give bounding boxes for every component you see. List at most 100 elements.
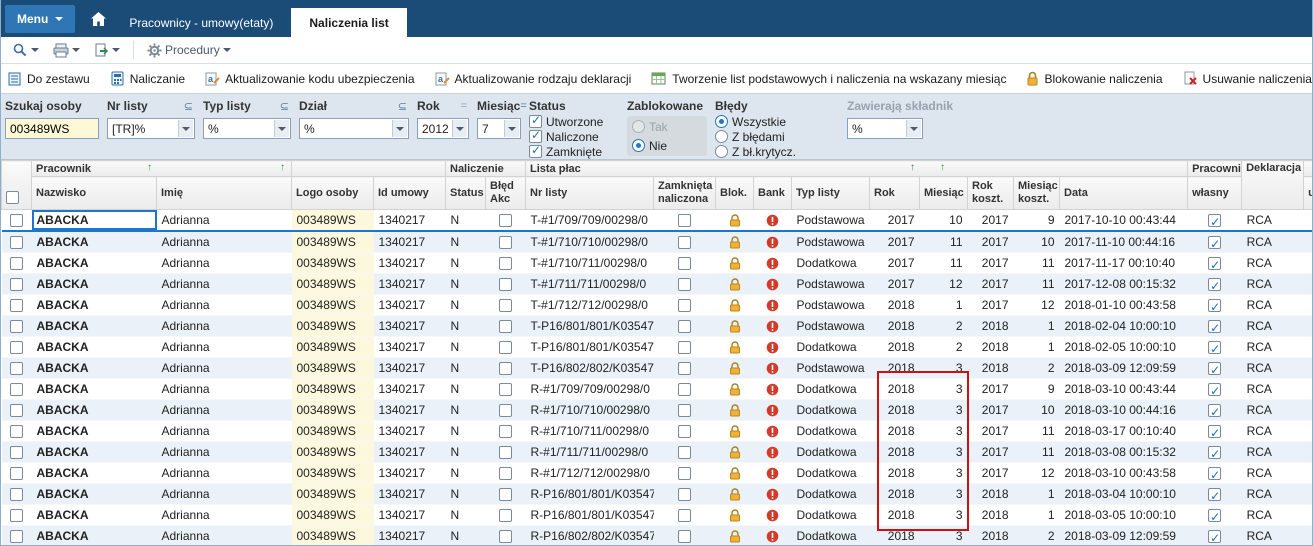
dzial-select[interactable]: % bbox=[299, 118, 409, 139]
wlasny-checkbox[interactable] bbox=[1208, 507, 1222, 525]
bled-akc-checkbox[interactable] bbox=[499, 236, 512, 250]
header-group-naliczenie[interactable]: Naliczenie bbox=[445, 160, 526, 177]
status-naliczone-checkbox[interactable]: Naliczone bbox=[529, 128, 611, 144]
row-checkbox[interactable] bbox=[10, 214, 23, 228]
zamknieta-checkbox[interactable] bbox=[678, 446, 691, 460]
bled-akc-checkbox[interactable] bbox=[499, 425, 512, 439]
bled-akc-checkbox[interactable] bbox=[499, 299, 512, 313]
wlasny-checkbox[interactable] bbox=[1208, 423, 1222, 441]
table-row[interactable]: ABACKA Adrianna 003489WS 1340217 N R-P16… bbox=[1, 525, 1312, 545]
zablokowane-nie-radio[interactable]: Nie bbox=[632, 138, 702, 153]
zamknieta-checkbox[interactable] bbox=[678, 320, 691, 334]
table-row[interactable]: ABACKA Adrianna 003489WS 1340217 N T-P16… bbox=[1, 315, 1312, 337]
sort-asc-icon[interactable]: ↑ bbox=[910, 162, 915, 173]
col-header-imie[interactable]: Imię bbox=[156, 176, 292, 210]
wlasny-checkbox[interactable] bbox=[1208, 528, 1222, 545]
table-row[interactable]: ABACKA Adrianna 003489WS 1340217 N T-#1/… bbox=[1, 231, 1312, 253]
zamknieta-checkbox[interactable] bbox=[678, 236, 691, 250]
bled-akc-checkbox[interactable] bbox=[499, 467, 512, 481]
col-header-id-umowy[interactable]: Id umowy bbox=[373, 176, 446, 210]
usuwanie-naliczenia-button[interactable]: Usuwanie naliczenia bbox=[1183, 71, 1312, 86]
zamknieta-checkbox[interactable] bbox=[678, 530, 691, 544]
zamknieta-checkbox[interactable] bbox=[678, 341, 691, 355]
wlasny-checkbox[interactable] bbox=[1208, 255, 1222, 273]
table-row[interactable]: ABACKA Adrianna 003489WS 1340217 N T-P16… bbox=[2, 336, 1313, 358]
row-checkbox[interactable] bbox=[10, 320, 23, 334]
col-header-wlasny[interactable]: własny bbox=[1187, 176, 1243, 210]
wlasny-checkbox[interactable] bbox=[1208, 276, 1222, 294]
col-header-deklaracja[interactable]: Deklaracja bbox=[1241, 160, 1305, 210]
zamknieta-checkbox[interactable] bbox=[678, 467, 691, 481]
procedury-button[interactable]: Procedury bbox=[142, 41, 236, 60]
typ-listy-select[interactable]: % bbox=[203, 118, 291, 139]
wlasny-checkbox[interactable] bbox=[1208, 381, 1222, 399]
table-row[interactable]: ABACKA Adrianna 003489WS 1340217 N T-#1/… bbox=[1, 209, 1312, 232]
col-header-status[interactable]: Status bbox=[445, 176, 486, 210]
blokowanie-naliczenia-button[interactable]: Blokowanie naliczenia bbox=[1026, 71, 1163, 86]
col-header-rok[interactable]: Rok bbox=[869, 176, 920, 210]
col-header-miesiac[interactable]: Miesiąc bbox=[919, 176, 968, 210]
bled-akc-checkbox[interactable] bbox=[499, 214, 512, 228]
zamknieta-checkbox[interactable] bbox=[678, 214, 691, 228]
col-header-miesiac-koszt[interactable]: Miesiąc koszt. bbox=[1013, 176, 1060, 210]
nr-listy-select[interactable]: [TR]% bbox=[107, 118, 195, 139]
bled-akc-checkbox[interactable] bbox=[499, 362, 512, 376]
col-header-bank[interactable]: Bank bbox=[753, 176, 792, 210]
aktualizowanie-kodu-ubezpieczenia-button[interactable]: a Aktualizowanie kodu ubezpieczenia bbox=[205, 71, 415, 86]
export-menu-button[interactable] bbox=[89, 41, 125, 60]
header-group-pracownik[interactable]: Pracownik ↑ ↑ bbox=[31, 160, 292, 177]
table-row[interactable]: ABACKA Adrianna 003489WS 1340217 N T-#1/… bbox=[2, 252, 1313, 274]
tab-pracownicy-umowy[interactable]: Pracownicy - umowy(etaty) bbox=[111, 8, 291, 37]
wlasny-checkbox[interactable] bbox=[1208, 339, 1222, 357]
zamknieta-checkbox[interactable] bbox=[678, 383, 691, 397]
row-checkbox[interactable] bbox=[10, 425, 23, 439]
row-checkbox[interactable] bbox=[10, 509, 23, 523]
col-header-logo-osoby[interactable]: Logo osoby bbox=[291, 176, 374, 210]
col-header-bled-akc[interactable]: Błęd Akc bbox=[485, 176, 526, 210]
bled-akc-checkbox[interactable] bbox=[499, 509, 512, 523]
zamknieta-checkbox[interactable] bbox=[678, 509, 691, 523]
wlasny-checkbox[interactable] bbox=[1208, 444, 1222, 462]
zamknieta-checkbox[interactable] bbox=[678, 425, 691, 439]
bled-akc-checkbox[interactable] bbox=[499, 257, 512, 271]
table-row[interactable]: ABACKA Adrianna 003489WS 1340217 N R-#1/… bbox=[1, 441, 1312, 463]
sort-asc-icon[interactable]: ↑ bbox=[280, 162, 285, 173]
row-checkbox[interactable] bbox=[10, 278, 23, 292]
naliczanie-button[interactable]: Naliczanie bbox=[110, 71, 185, 86]
wlasny-checkbox[interactable] bbox=[1208, 402, 1222, 420]
row-checkbox[interactable] bbox=[10, 404, 23, 418]
header-group-lista-plac[interactable]: Lista płac ↑ ↑ bbox=[524, 160, 1189, 177]
col-header-zamknieta[interactable]: Zamknięta naliczona bbox=[653, 176, 716, 210]
col-header-typ-listy[interactable]: Typ listy bbox=[791, 176, 870, 210]
col-header-truncated[interactable]: u bbox=[1303, 176, 1312, 210]
wlasny-checkbox[interactable] bbox=[1208, 318, 1222, 336]
zablokowane-tak-radio[interactable]: Tak bbox=[632, 119, 702, 134]
bled-akc-checkbox[interactable] bbox=[499, 488, 512, 502]
table-row[interactable]: ABACKA Adrianna 003489WS 1340217 N T-#1/… bbox=[2, 294, 1313, 316]
table-row[interactable]: ABACKA Adrianna 003489WS 1340217 N R-#1/… bbox=[2, 378, 1313, 400]
wlasny-checkbox[interactable] bbox=[1208, 360, 1222, 378]
aktualizowanie-rodzaju-deklaracji-button[interactable]: a Aktualizowanie rodzaju deklaracji bbox=[435, 71, 631, 86]
table-row[interactable]: ABACKA Adrianna 003489WS 1340217 N R-#1/… bbox=[1, 399, 1312, 421]
row-checkbox[interactable] bbox=[10, 446, 23, 460]
wlasny-checkbox[interactable] bbox=[1208, 212, 1222, 229]
row-checkbox[interactable] bbox=[10, 341, 23, 355]
col-header-data[interactable]: Data bbox=[1058, 176, 1189, 210]
print-menu-button[interactable] bbox=[48, 41, 85, 60]
bledy-z-bledami-radio[interactable]: Z błędami bbox=[715, 129, 813, 144]
row-checkbox[interactable] bbox=[10, 488, 23, 502]
bled-akc-checkbox[interactable] bbox=[499, 530, 512, 544]
zamknieta-checkbox[interactable] bbox=[678, 257, 691, 271]
table-row[interactable]: ABACKA Adrianna 003489WS 1340217 N R-#1/… bbox=[2, 420, 1313, 442]
wlasny-checkbox[interactable] bbox=[1208, 465, 1222, 483]
table-row[interactable]: ABACKA Adrianna 003489WS 1340217 N T-P16… bbox=[1, 357, 1312, 379]
tworzenie-list-button[interactable]: Tworzenie list podstawowych i naliczenia… bbox=[651, 71, 1006, 86]
tab-naliczenia-list[interactable]: Naliczenia list bbox=[291, 8, 407, 37]
bled-akc-checkbox[interactable] bbox=[499, 383, 512, 397]
row-checkbox[interactable] bbox=[10, 236, 23, 250]
bled-akc-checkbox[interactable] bbox=[499, 278, 512, 292]
row-checkbox[interactable] bbox=[10, 383, 23, 397]
miesiac-select[interactable]: 7 bbox=[477, 118, 521, 139]
bled-akc-checkbox[interactable] bbox=[499, 446, 512, 460]
bledy-krytyczne-radio[interactable]: Z bł.krytycz. bbox=[715, 144, 813, 159]
